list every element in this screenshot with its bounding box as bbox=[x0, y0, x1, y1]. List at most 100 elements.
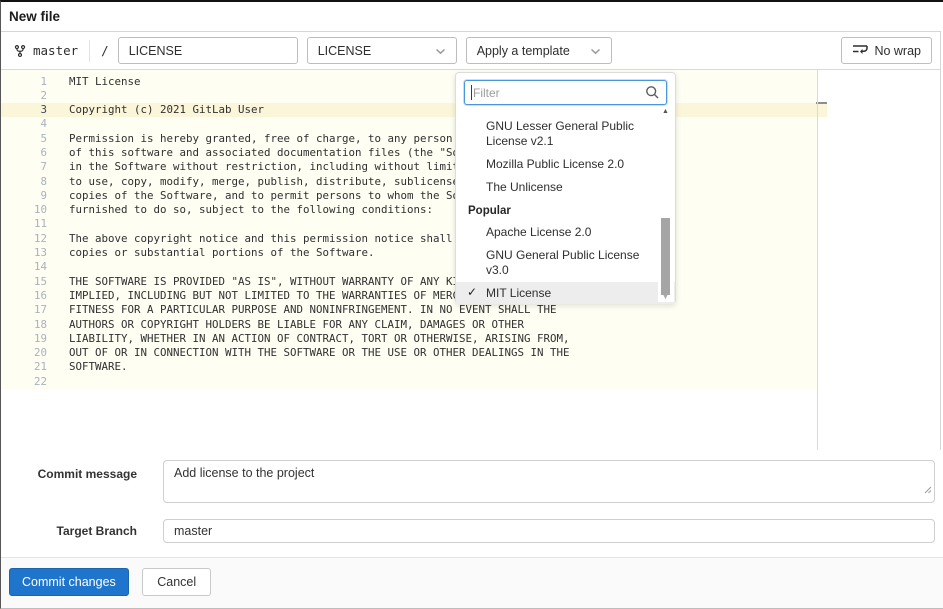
file-toolbar: master / LICENSE Apply a template bbox=[1, 32, 940, 70]
line-text: copies or substantial portions of the So… bbox=[69, 246, 375, 260]
no-wrap-button[interactable]: No wrap bbox=[841, 37, 932, 64]
line-number: 5 bbox=[1, 132, 47, 146]
line-text: Copyright (c) 2021 GitLab User bbox=[69, 103, 264, 117]
code-line[interactable]: 6of this software and associated documen… bbox=[1, 146, 827, 160]
line-number: 18 bbox=[1, 318, 47, 332]
code-line[interactable]: 2 bbox=[1, 89, 827, 103]
code-line[interactable]: 21 SOFTWARE. bbox=[1, 360, 827, 374]
line-text: copies of the Software, and to permit pe… bbox=[69, 189, 518, 203]
template-filter-input[interactable] bbox=[464, 80, 667, 105]
line-number: 13 bbox=[1, 246, 47, 260]
code-line[interactable]: 16IMPLIED, INCLUDING BUT NOT LIMITED TO … bbox=[1, 289, 827, 303]
line-number: 9 bbox=[1, 189, 47, 203]
dropdown-item[interactable]: ✓ MIT License bbox=[456, 282, 675, 304]
target-branch-input[interactable] bbox=[163, 519, 935, 543]
filename-input[interactable] bbox=[118, 37, 298, 64]
line-number: 19 bbox=[1, 332, 47, 346]
apply-template-select[interactable]: Apply a template bbox=[466, 37, 612, 64]
line-number: 4 bbox=[1, 117, 47, 131]
dropdown-item[interactable]: GNU Lesser General Public License v2.1 bbox=[456, 115, 675, 153]
line-text: furnished to do so, subject to the follo… bbox=[69, 203, 433, 217]
template-dropdown-panel: GNU Lesser General Public License v2.1 Mo… bbox=[455, 72, 676, 304]
code-line[interactable]: 8to use, copy, modify, merge, publish, d… bbox=[1, 175, 827, 189]
print-margin-ruler bbox=[817, 70, 818, 450]
dropdown-item-label: Apache License 2.0 bbox=[486, 225, 591, 239]
commit-message-label: Commit message bbox=[1, 460, 137, 503]
syntax-select[interactable]: LICENSE bbox=[307, 37, 457, 64]
dropdown-item-label: GNU General Public License v3.0 bbox=[486, 248, 639, 277]
dropdown-header-label: Popular bbox=[468, 205, 511, 217]
scroll-down-arrow-icon[interactable]: ▼ bbox=[662, 294, 669, 301]
dropdown-scrollbar: ▲ ▼ bbox=[658, 106, 674, 302]
code-line[interactable]: 1 MIT License bbox=[1, 75, 827, 89]
code-line[interactable]: 9 copies of the Software, and to permit p… bbox=[1, 189, 827, 203]
line-number: 17 bbox=[1, 303, 47, 317]
resize-handle-icon[interactable] bbox=[924, 481, 932, 499]
commit-form: Commit message Target Branch bbox=[1, 450, 942, 543]
branch-name: master bbox=[33, 43, 78, 58]
line-number: 3 bbox=[1, 103, 47, 117]
code-line[interactable]: 7in the Software without restriction, in… bbox=[1, 160, 827, 174]
scrollbar-thumb[interactable] bbox=[661, 218, 670, 295]
code-line[interactable]: 20OUT OF OR IN CONNECTION WITH THE SOFTW… bbox=[1, 346, 827, 360]
line-number: 11 bbox=[1, 217, 47, 231]
dropdown-item[interactable]: GNU General Public License v3.0 bbox=[456, 244, 675, 282]
line-number: 20 bbox=[1, 346, 47, 360]
line-text: SOFTWARE. bbox=[69, 360, 128, 374]
line-number: 7 bbox=[1, 160, 47, 174]
dropdown-item-label: MIT License bbox=[486, 286, 551, 300]
line-text: AUTHORS OR COPYRIGHT HOLDERS BE LIABLE F… bbox=[69, 318, 524, 332]
code-line[interactable]: 14 bbox=[1, 260, 827, 274]
code-line[interactable]: 11 bbox=[1, 217, 827, 231]
form-actions-footer: Commit changes Cancel bbox=[1, 557, 943, 608]
scroll-up-arrow-icon[interactable]: ▲ bbox=[662, 108, 669, 115]
dropdown-item-label: GNU Lesser General Public License v2.1 bbox=[486, 119, 634, 148]
line-text: FITNESS FOR A PARTICULAR PURPOSE AND NON… bbox=[69, 303, 557, 317]
code-line[interactable]: 22 bbox=[1, 375, 827, 389]
line-number: 12 bbox=[1, 232, 47, 246]
check-icon: ✓ bbox=[467, 285, 477, 300]
chevron-down-icon bbox=[590, 44, 601, 58]
line-number: 10 bbox=[1, 203, 47, 217]
dropdown-item[interactable]: Mozilla Public License 2.0 bbox=[456, 153, 675, 176]
toolbar-divider bbox=[89, 40, 90, 62]
target-branch-label: Target Branch bbox=[1, 519, 137, 543]
line-number: 16 bbox=[1, 289, 47, 303]
line-number: 21 bbox=[1, 360, 47, 374]
commit-message-textarea[interactable] bbox=[163, 460, 935, 503]
code-line[interactable]: 19 LIABILITY, WHETHER IN AN ACTION OF CON… bbox=[1, 332, 827, 346]
line-text: MIT License bbox=[69, 75, 141, 89]
syntax-select-value: LICENSE bbox=[318, 44, 372, 58]
no-wrap-label: No wrap bbox=[874, 44, 921, 58]
code-line[interactable]: 15THE SOFTWARE IS PROVIDED "AS IS", WITH… bbox=[1, 275, 827, 289]
text-wrap-icon bbox=[852, 43, 868, 58]
code-lines: 1MIT License23Copyright (c) 2021 GitLab … bbox=[1, 70, 817, 389]
dropdown-item-label: The Unlicense bbox=[486, 180, 563, 194]
git-branch-icon bbox=[13, 44, 27, 58]
line-text: LIABILITY, WHETHER IN AN ACTION OF CONTR… bbox=[69, 332, 570, 346]
code-line[interactable]: 5Permission is hereby granted, free of c… bbox=[1, 132, 827, 146]
dropdown-item[interactable]: Apache License 2.0 bbox=[456, 221, 675, 244]
template-filter-area bbox=[456, 73, 675, 110]
chevron-down-icon bbox=[435, 44, 446, 58]
code-line[interactable]: 10 furnished to do so, subject to the fol… bbox=[1, 203, 827, 217]
path-separator: / bbox=[101, 43, 109, 58]
search-icon bbox=[645, 85, 660, 103]
commit-changes-button[interactable]: Commit changes bbox=[9, 568, 129, 596]
line-number: 8 bbox=[1, 175, 47, 189]
dropdown-item-label: Mozilla Public License 2.0 bbox=[486, 157, 624, 171]
code-line[interactable]: 13 copies or substantial portions of the … bbox=[1, 246, 827, 260]
dropdown-item[interactable]: The Unlicense bbox=[456, 176, 675, 199]
template-dropdown-list: GNU Lesser General Public License v2.1 Mo… bbox=[456, 110, 675, 304]
code-line[interactable]: 12The above copyright notice and this pe… bbox=[1, 232, 827, 246]
line-number: 1 bbox=[1, 75, 47, 89]
code-line[interactable]: 17 FITNESS FOR A PARTICULAR PURPOSE AND N… bbox=[1, 303, 827, 317]
dropdown-group-header: Popular bbox=[456, 199, 675, 221]
cancel-button[interactable]: Cancel bbox=[142, 568, 211, 596]
text-cursor bbox=[471, 85, 472, 100]
code-line[interactable]: 3 Copyright (c) 2021 GitLab User bbox=[1, 103, 827, 117]
code-line[interactable]: 18 AUTHORS OR COPYRIGHT HOLDERS BE LIABLE… bbox=[1, 318, 827, 332]
line-number: 14 bbox=[1, 260, 47, 274]
code-line[interactable]: 4 bbox=[1, 117, 827, 131]
line-number: 15 bbox=[1, 275, 47, 289]
